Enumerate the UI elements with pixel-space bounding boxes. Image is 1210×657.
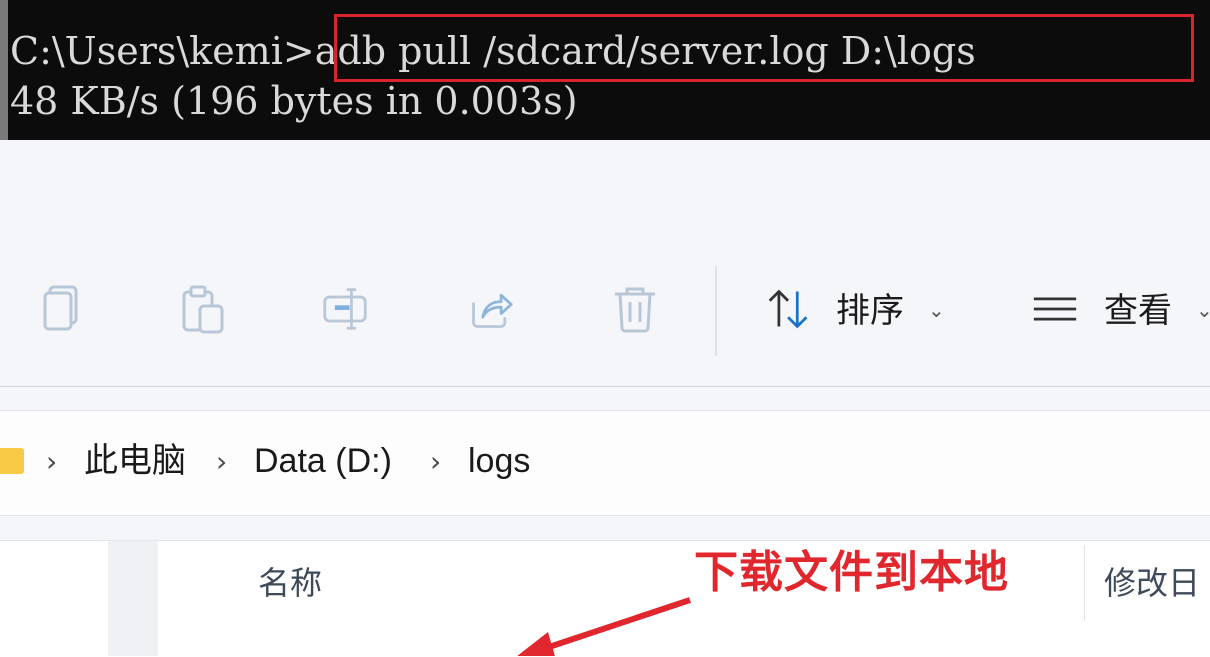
annotation-arrow-icon — [517, 597, 691, 656]
